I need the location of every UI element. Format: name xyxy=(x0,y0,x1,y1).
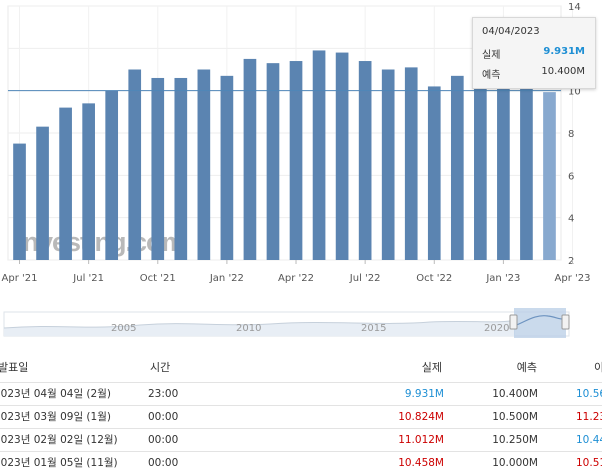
navigator-year-2010: 2010 xyxy=(236,323,261,334)
bar[interactable] xyxy=(243,58,257,260)
header-date: 발표일 xyxy=(0,361,29,374)
table-row[interactable]: 2023년 01월 05일 (11월) 00:00 10.458M 10.000… xyxy=(0,452,602,474)
row-actual: 11.012M xyxy=(398,434,444,446)
chart-area: Investing.com 2468101214 Apr '21Jul '21O… xyxy=(0,0,602,300)
row-forecast: 10.000M xyxy=(492,457,538,469)
table-row[interactable]: 2023년 04월 04일 (2월) 23:00 9.931M 10.400M … xyxy=(0,383,602,405)
row-previous: 11.23 xyxy=(576,411,602,423)
navigator-year-2015: 2015 xyxy=(361,323,386,334)
navigator-right-handle[interactable] xyxy=(561,314,570,330)
row-date: 2023년 04월 04일 (2월) xyxy=(0,388,111,400)
x-tick-label: Jul '22 xyxy=(349,273,381,284)
header-time: 시간 xyxy=(150,361,171,374)
bar[interactable] xyxy=(128,69,142,261)
row-actual: 10.458M xyxy=(398,457,444,469)
events-table: 발표일 시간 실제 예측 이 2023년 04월 04일 (2월) 23:00 … xyxy=(0,355,602,473)
x-tick-label: Jul '21 xyxy=(72,273,104,284)
x-tick-label: Apr '23 xyxy=(555,273,591,284)
table-row[interactable]: 2023년 03월 09일 (1월) 00:00 10.824M 10.500M… xyxy=(0,406,602,428)
x-tick-label: Oct '22 xyxy=(416,273,452,284)
bar[interactable] xyxy=(520,82,533,260)
bar[interactable] xyxy=(450,75,464,260)
header-previous: 이 xyxy=(594,361,602,374)
y-tick-label: 2 xyxy=(568,256,574,267)
y-tick-label: 8 xyxy=(568,129,574,140)
bar[interactable] xyxy=(82,103,95,260)
row-actual: 9.931M xyxy=(404,388,444,400)
bar[interactable] xyxy=(543,92,556,260)
header-forecast: 예측 xyxy=(516,361,537,374)
row-previous: 10.44 xyxy=(576,434,602,446)
x-tick-label: Jan '23 xyxy=(485,273,520,284)
bar[interactable] xyxy=(497,69,510,261)
row-forecast: 10.250M xyxy=(492,434,538,446)
row-forecast: 10.400M xyxy=(492,388,538,400)
tooltip-forecast-value: 10.400M xyxy=(541,66,585,77)
tooltip: 04/04/2023 실제 9.931M 예측 10.400M xyxy=(472,17,596,89)
range-navigator[interactable]: 2005 2010 2015 2020 xyxy=(0,300,602,350)
bar[interactable] xyxy=(381,69,395,261)
bar[interactable] xyxy=(151,77,165,260)
bar[interactable] xyxy=(197,69,211,261)
bar[interactable] xyxy=(427,86,441,260)
x-tick-label: Apr '22 xyxy=(278,273,314,284)
bar[interactable] xyxy=(13,143,26,260)
row-time: 23:00 xyxy=(148,388,179,400)
tooltip-actual-label: 실제 xyxy=(482,50,501,61)
table-row[interactable]: 2023년 02월 02일 (12월) 00:00 11.012M 10.250… xyxy=(0,429,602,451)
navigator-left-handle[interactable] xyxy=(509,314,518,330)
table-header: 발표일 시간 실제 예측 이 xyxy=(0,357,602,379)
row-date: 2023년 03월 09일 (1월) xyxy=(0,411,111,423)
row-time: 00:00 xyxy=(148,411,179,423)
header-actual: 실제 xyxy=(421,361,442,374)
row-actual: 10.824M xyxy=(398,411,444,423)
tooltip-date: 04/04/2023 xyxy=(482,26,540,37)
y-tick-label: 14 xyxy=(568,2,581,13)
row-date: 2023년 02월 02일 (12월) xyxy=(0,434,118,446)
bar[interactable] xyxy=(36,126,49,261)
y-tick-label: 4 xyxy=(568,214,574,225)
bar[interactable] xyxy=(105,90,119,261)
bar[interactable] xyxy=(220,75,234,260)
bar[interactable] xyxy=(266,63,280,261)
tooltip-actual-value: 9.931M xyxy=(543,46,585,57)
row-forecast: 10.500M xyxy=(492,411,538,423)
row-time: 00:00 xyxy=(148,434,179,446)
row-time: 00:00 xyxy=(148,457,179,469)
bar[interactable] xyxy=(312,50,326,261)
bar[interactable] xyxy=(174,77,188,260)
x-tick-label: Apr '21 xyxy=(2,273,38,284)
row-previous: 10.56 xyxy=(576,388,602,400)
x-tick-label: Oct '21 xyxy=(140,273,176,284)
row-previous: 10.51 xyxy=(576,457,602,469)
bar[interactable] xyxy=(474,80,487,260)
bar[interactable] xyxy=(404,67,418,260)
navigator-year-2020: 2020 xyxy=(484,323,509,334)
tooltip-forecast-label: 예측 xyxy=(482,70,501,81)
row-date: 2023년 01월 05일 (11월) xyxy=(0,457,118,469)
y-tick-label: 6 xyxy=(568,171,574,182)
bar[interactable] xyxy=(59,107,72,260)
bar[interactable] xyxy=(335,52,349,260)
navigator-year-2005: 2005 xyxy=(111,323,136,334)
x-tick-label: Jan '22 xyxy=(209,273,244,284)
